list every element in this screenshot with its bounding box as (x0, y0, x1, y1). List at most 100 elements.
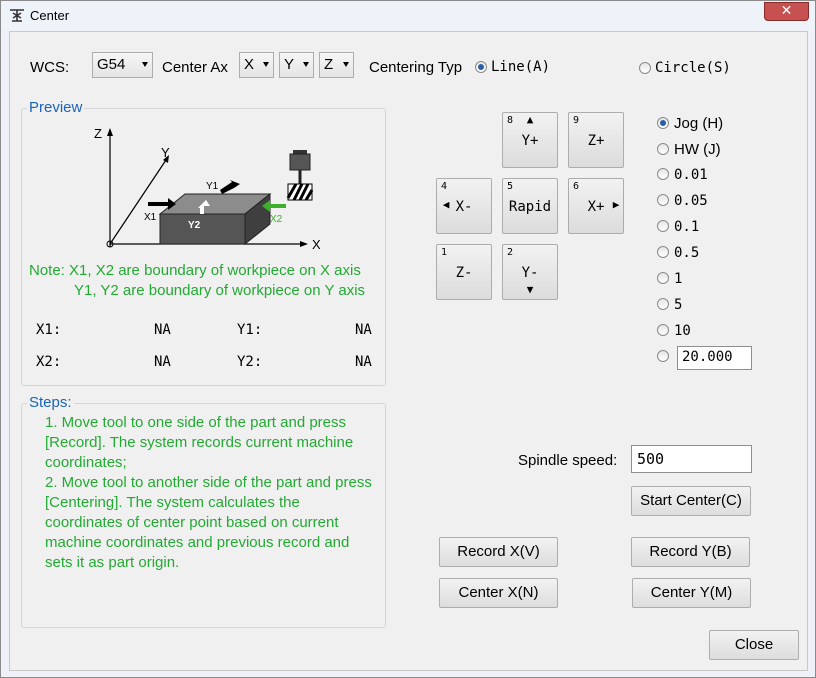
steps-title: Steps: (27, 394, 74, 411)
y-axis-label: Y (161, 145, 170, 160)
chevron-down-icon (303, 62, 309, 67)
center-y-button[interactable]: Center Y(M) (632, 578, 751, 608)
step-0-1-label[interactable]: 0.1 (674, 219, 699, 235)
title-bar[interactable]: Center ✕ (1, 1, 815, 30)
jog-z-minus-button[interactable]: 1 Z- (436, 244, 492, 300)
arrow-right-icon: ▶ (612, 198, 620, 211)
record-x-button[interactable]: Record X(V) (439, 537, 558, 567)
step-1: 1. Move tool to one side of the part and… (45, 414, 354, 471)
step-1-radio[interactable] (657, 272, 669, 284)
step-0-01-label[interactable]: 0.01 (674, 167, 708, 183)
jog-y-minus-label: Y- (521, 265, 539, 281)
close-button[interactable]: Close (709, 630, 799, 660)
start-center-button[interactable]: Start Center(C) (631, 486, 751, 516)
jog-x-minus-key: 4 (441, 181, 448, 192)
x1-value: NA (154, 322, 171, 338)
steps-text: 1. Move tool to one side of the part and… (45, 413, 375, 573)
note-line-2: Y1, Y2 are boundary of workpiece on Y ax… (74, 282, 366, 299)
jog-y-minus-key: 2 (507, 247, 514, 258)
jog-y-plus-button[interactable]: 8 ▲ Y+ (502, 112, 558, 168)
x2-label: X2: (36, 354, 62, 370)
y2-label: Y2: (237, 354, 263, 370)
arrow-down-icon: ▼ (526, 283, 534, 296)
circle-radio-label[interactable]: Circle(S) (655, 60, 731, 76)
jog-z-plus-button[interactable]: 9 Z+ (568, 112, 624, 168)
step-0-5-label[interactable]: 0.5 (674, 245, 699, 261)
center-axis-y-select[interactable]: Y (279, 52, 314, 78)
chevron-down-icon (343, 62, 349, 67)
jog-x-minus-button[interactable]: 4 ◀ X- (436, 178, 492, 234)
window-close-button[interactable]: ✕ (764, 2, 809, 21)
center-axis-label: Center Ax (162, 59, 228, 76)
center-dialog: Center ✕ WCS: G54 Center Ax X Y Z Center… (0, 0, 816, 678)
step-0-05-radio[interactable] (657, 194, 669, 206)
y1-value: NA (355, 322, 372, 338)
jog-rapid-button[interactable]: 5 Rapid (502, 178, 558, 234)
jog-x-plus-key: 6 (573, 181, 580, 192)
y1-arrow (220, 180, 240, 194)
custom-step-input[interactable]: 20.000 (677, 346, 752, 370)
workpiece-front (159, 213, 246, 245)
x1-diagram-label: X1 (144, 212, 157, 223)
center-axis-x-value: X (244, 56, 255, 73)
step-10-radio[interactable] (657, 324, 669, 336)
wcs-label: WCS: (30, 59, 70, 76)
step-2: 2. Move tool to another side of the part… (45, 474, 372, 571)
line-radio-label[interactable]: Line(A) (491, 59, 550, 75)
circle-radio[interactable] (639, 62, 651, 74)
step-0-05-label[interactable]: 0.05 (674, 193, 708, 209)
client-area: WCS: G54 Center Ax X Y Z Centering Typ L… (9, 31, 808, 671)
center-axis-z-select[interactable]: Z (319, 52, 354, 78)
center-x-button[interactable]: Center X(N) (439, 578, 558, 608)
center-axis-y-value: Y (284, 56, 295, 73)
step-5-radio[interactable] (657, 298, 669, 310)
z-axis-arrow (107, 128, 113, 136)
preview-title: Preview (27, 99, 85, 116)
tool-holder (289, 153, 311, 171)
center-axis-z-value: Z (324, 56, 334, 73)
y2-diagram-label: Y2 (188, 220, 201, 231)
chevron-down-icon (263, 62, 269, 67)
hw-mode-label[interactable]: HW (J) (674, 141, 721, 158)
tool-holder-top (293, 150, 307, 154)
wcs-select[interactable]: G54 (92, 52, 153, 78)
record-y-button[interactable]: Record Y(B) (631, 537, 750, 567)
y2-value: NA (355, 354, 372, 370)
centering-type-label: Centering Typ (369, 59, 463, 76)
step-0-01-radio[interactable] (657, 168, 669, 180)
hw-mode-radio[interactable] (657, 143, 669, 155)
step-0-1-radio[interactable] (657, 220, 669, 232)
spindle-speed-input[interactable]: 500 (631, 445, 752, 473)
spindle-speed-label: Spindle speed: (518, 452, 618, 469)
note-line-1: Note: X1, X2 are boundary of workpiece o… (29, 262, 361, 279)
jog-mode-label[interactable]: Jog (H) (674, 115, 723, 132)
jog-rapid-label: Rapid (508, 199, 552, 215)
wcs-value: G54 (97, 56, 126, 73)
step-10-label[interactable]: 10 (674, 323, 691, 339)
y1-label: Y1: (237, 322, 263, 338)
step-1-label[interactable]: 1 (674, 271, 682, 287)
jog-z-minus-label: Z- (455, 265, 473, 281)
center-axis-x-select[interactable]: X (239, 52, 274, 78)
jog-y-minus-button[interactable]: 2 Y- ▼ (502, 244, 558, 300)
workpiece-diagram: Z Y X X1 X2 Y1 Y2 (94, 126, 320, 252)
step-custom-radio[interactable] (657, 350, 669, 362)
x2-value: NA (154, 354, 171, 370)
jog-rapid-key: 5 (507, 181, 514, 192)
chevron-down-icon (142, 62, 148, 67)
jog-z-minus-key: 1 (441, 247, 448, 258)
step-0-5-radio[interactable] (657, 246, 669, 258)
arrow-up-icon: ▲ (526, 113, 534, 126)
jog-x-minus-label: X- (455, 199, 473, 215)
jog-y-plus-label: Y+ (521, 133, 539, 149)
x-axis-label: X (312, 237, 320, 252)
window-title: Center (30, 8, 70, 23)
jog-z-plus-key: 9 (573, 115, 580, 126)
jog-mode-radio[interactable] (657, 117, 669, 129)
jog-x-plus-button[interactable]: 6 X+ ▶ (568, 178, 624, 234)
x1-label: X1: (36, 322, 62, 338)
step-5-label[interactable]: 5 (674, 297, 682, 313)
z-axis-label: Z (94, 126, 102, 141)
line-radio[interactable] (475, 61, 487, 73)
x-axis-arrow (300, 241, 308, 247)
